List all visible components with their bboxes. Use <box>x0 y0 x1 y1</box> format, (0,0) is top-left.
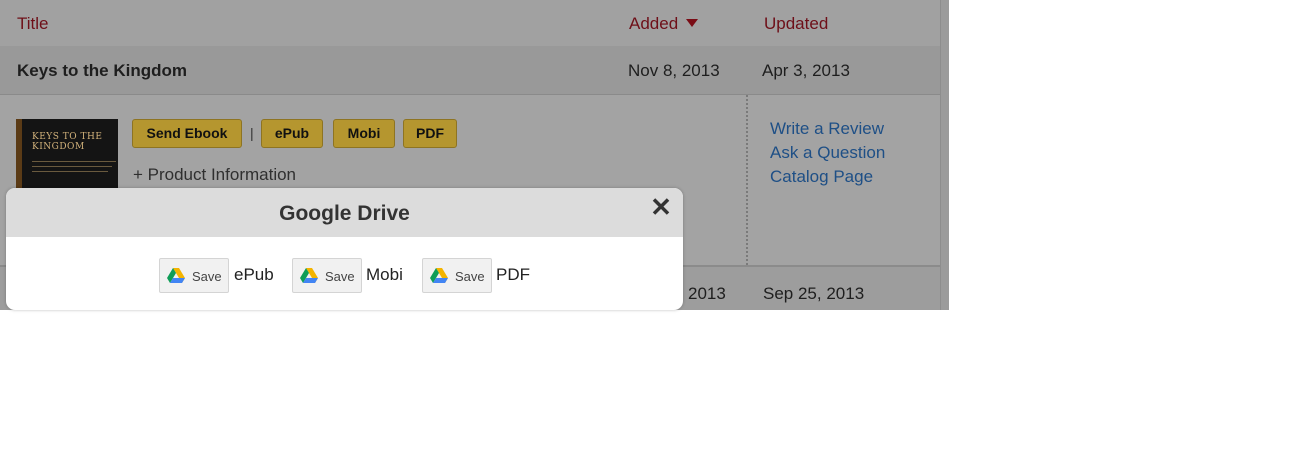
book-title: Keys to the Kingdom <box>17 61 188 80</box>
catalog-page-link[interactable]: Catalog Page <box>770 165 885 189</box>
column-header-updated[interactable]: Updated <box>764 14 828 34</box>
updated-date: Sep 25, 2013 <box>763 284 865 303</box>
column-header-added[interactable]: Added <box>629 14 699 34</box>
cover-subtitle-line <box>32 161 116 162</box>
cover-subtitle-line <box>32 166 112 167</box>
added-date: Nov 8, 2013 <box>628 61 720 80</box>
mobi-button[interactable]: Mobi <box>333 119 395 148</box>
sort-descending-icon <box>686 19 699 27</box>
updated-date: Apr 3, 2013 <box>762 61 850 80</box>
send-ebook-button[interactable]: Send Ebook <box>132 119 242 148</box>
save-to-drive-button[interactable]: Save <box>422 258 492 293</box>
save-button-label: Save <box>192 269 222 284</box>
product-information-toggle[interactable]: + Product Information <box>133 165 296 185</box>
format-label: Mobi <box>366 265 403 284</box>
table-row[interactable]: Keys to the Kingdom Nov 8, 2013 Apr 3, 2… <box>0 46 940 95</box>
table-header: Title Added Updated <box>0 0 940 46</box>
page-right-border <box>940 0 949 310</box>
google-drive-modal: Google Drive ✕ Save ePub Save Mobi Save … <box>6 188 683 310</box>
save-button-label: Save <box>325 269 355 284</box>
save-button-label: Save <box>455 269 485 284</box>
cover-title: KEYS TO THE KINGDOM <box>32 132 103 152</box>
close-icon[interactable]: ✕ <box>649 194 673 220</box>
ask-question-link[interactable]: Ask a Question <box>770 141 885 165</box>
save-to-drive-button[interactable]: Save <box>292 258 362 293</box>
column-header-added-label: Added <box>629 14 679 33</box>
dotted-divider <box>746 95 748 265</box>
modal-title: Google Drive <box>279 202 410 225</box>
modal-header: Google Drive ✕ <box>6 188 683 237</box>
write-review-link[interactable]: Write a Review <box>770 117 885 141</box>
google-drive-icon <box>300 268 318 283</box>
format-label: ePub <box>234 265 274 284</box>
google-drive-icon <box>430 268 448 283</box>
save-to-drive-button[interactable]: Save <box>159 258 229 293</box>
column-header-title[interactable]: Title <box>17 14 49 34</box>
pdf-button[interactable]: PDF <box>403 119 457 148</box>
epub-button[interactable]: ePub <box>261 119 323 148</box>
button-separator: | <box>250 125 254 141</box>
added-date: 2013 <box>688 284 726 303</box>
format-label: PDF <box>496 265 530 284</box>
cover-subtitle-line <box>32 171 108 172</box>
book-action-links: Write a Review Ask a Question Catalog Pa… <box>770 117 885 189</box>
google-drive-icon <box>167 268 185 283</box>
